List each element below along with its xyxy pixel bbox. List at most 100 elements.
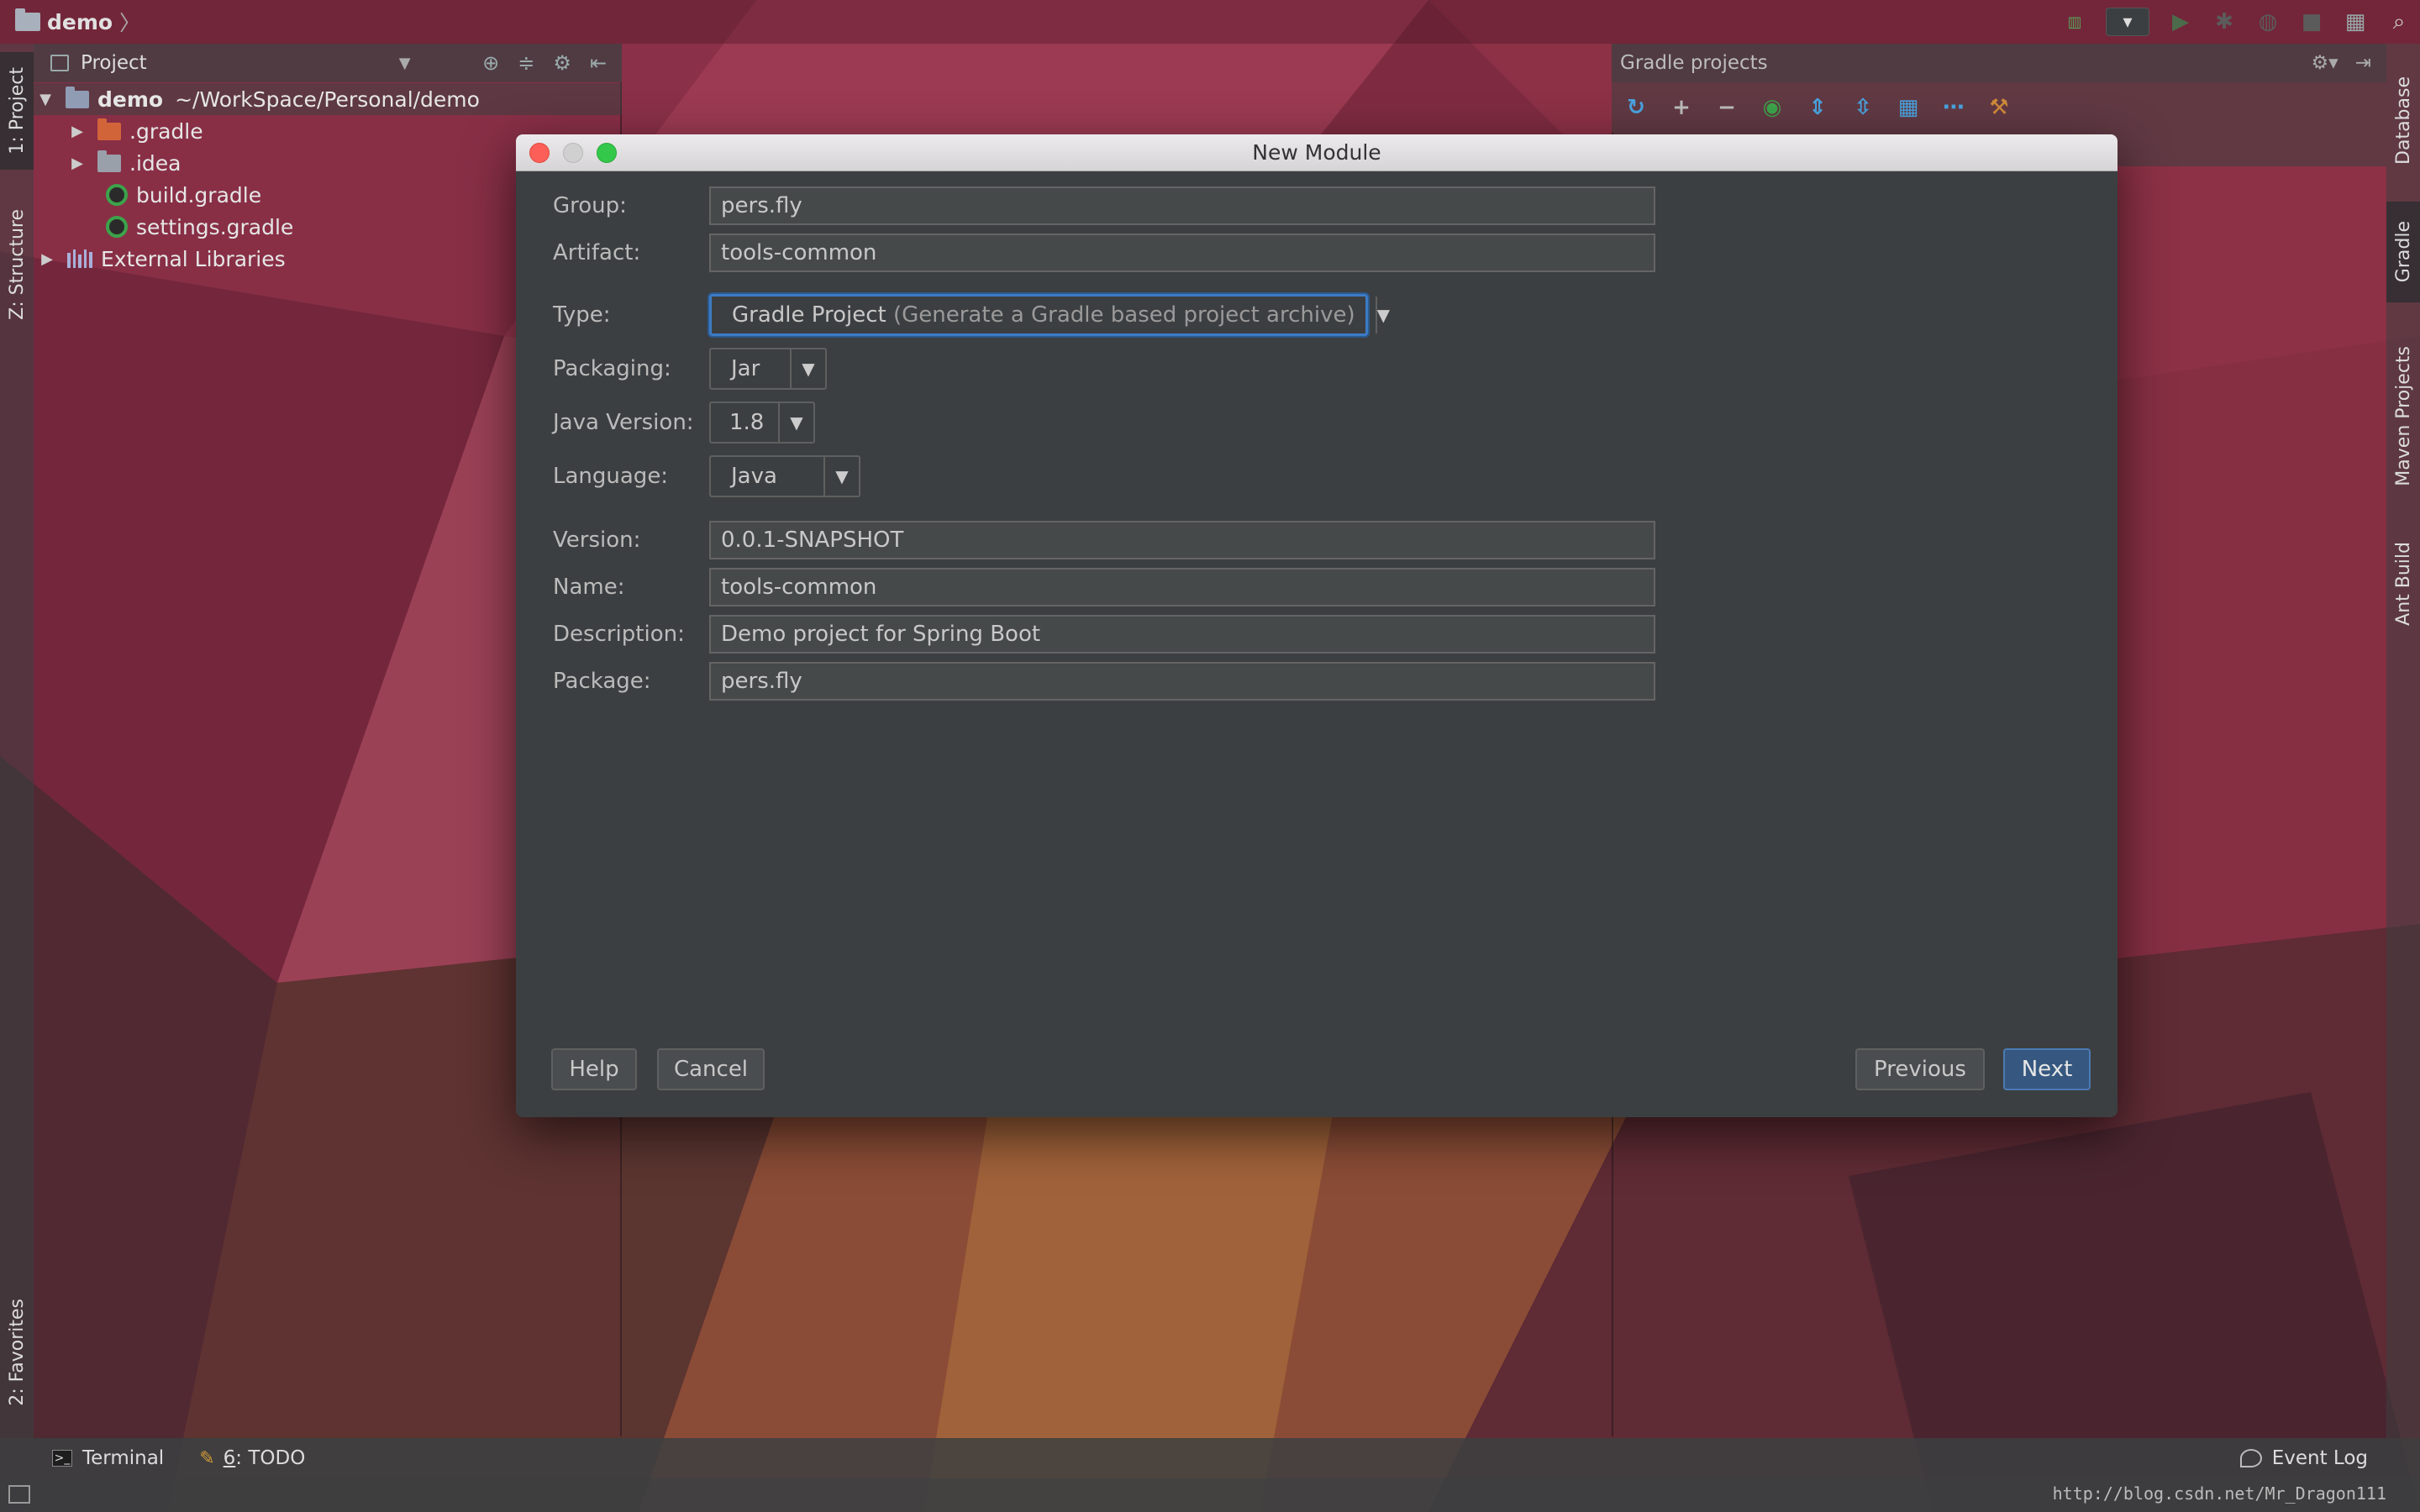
tab-favorites[interactable]: 2: Favorites (0, 1277, 34, 1428)
chevron-down-icon[interactable]: ▼ (778, 403, 813, 442)
toggle-tool-windows-icon[interactable] (8, 1485, 30, 1504)
tab-project[interactable]: 1: Project (0, 52, 34, 170)
help-button[interactable]: Help (551, 1048, 637, 1090)
close-window-icon[interactable] (529, 143, 550, 163)
terminal-tab[interactable]: >_ Terminal (52, 1447, 164, 1469)
next-button[interactable]: Next (2003, 1048, 2091, 1090)
todo-tab[interactable]: ✎ 6 : TODO (199, 1447, 305, 1469)
gear-icon[interactable]: ⚙ (553, 51, 571, 75)
tree-item-name: build.gradle (136, 182, 262, 207)
group-field[interactable]: pers.fly (709, 186, 1655, 225)
package-label: Package: (553, 669, 651, 694)
project-structure-icon[interactable]: ▦ (2343, 9, 2368, 34)
expand-triangle-icon[interactable]: ▶ (69, 155, 86, 172)
tree-item-gradle-folder[interactable]: ▶ .gradle (69, 115, 203, 147)
execute-task-icon[interactable]: ◉ (1760, 95, 1785, 120)
project-panel-title[interactable]: Project (81, 52, 147, 74)
dialog-title-bar[interactable]: New Module (516, 134, 2118, 171)
tab-structure[interactable]: Z: Structure (0, 193, 34, 336)
expand-triangle-icon[interactable]: ▶ (39, 250, 55, 268)
tree-item-name: settings.gradle (136, 214, 294, 239)
minimize-window-icon[interactable] (563, 143, 583, 163)
packaging-label: Packaging: (553, 356, 671, 381)
remove-icon[interactable]: − (1714, 95, 1739, 120)
type-select-value: Gradle Project (Generate a Gradle based … (712, 302, 1376, 328)
tab-ant-label: Ant Build (2392, 542, 2414, 626)
project-view-icon (50, 55, 69, 71)
tree-item-build-gradle[interactable]: build.gradle (106, 179, 261, 211)
tab-database[interactable]: Database (2386, 57, 2420, 183)
description-label: Description: (553, 622, 685, 647)
chevron-down-icon[interactable]: ▼ (1375, 297, 1390, 333)
tab-structure-label: Z: Structure (6, 209, 28, 320)
locate-icon[interactable]: ⊕ (482, 51, 499, 75)
name-label: Name: (553, 575, 625, 600)
gear-icon[interactable]: ⚙▾ (2312, 52, 2338, 74)
chevron-down-icon[interactable]: ▼ (399, 55, 411, 72)
packaging-value: Jar (731, 356, 760, 381)
folder-icon (97, 150, 121, 172)
build-icon[interactable]: ▥ (2062, 9, 2087, 34)
terminal-icon: >_ (52, 1450, 72, 1467)
show-dependencies-icon[interactable]: ⋯ (1941, 95, 1966, 120)
run-icon[interactable]: ▶ (2168, 9, 2193, 34)
bottom-tool-bar: >_ Terminal ✎ 6 : TODO Event Log (0, 1438, 2420, 1478)
name-field[interactable]: tools-common (709, 568, 1655, 606)
packaging-select[interactable]: Jar ▼ (709, 348, 827, 390)
gradle-file-icon (106, 184, 128, 206)
run-configuration-dropdown[interactable]: ▾ (2106, 8, 2149, 36)
java-version-select[interactable]: 1.8 ▼ (709, 402, 815, 444)
tree-item-idea-folder[interactable]: ▶ .idea (69, 147, 181, 179)
coverage-icon[interactable]: ◍ (2255, 9, 2281, 34)
library-icon (67, 249, 92, 268)
expand-triangle-icon[interactable]: ▶ (69, 123, 86, 140)
version-field[interactable]: 0.0.1-SNAPSHOT (709, 521, 1655, 559)
tree-item-settings-gradle[interactable]: settings.gradle (106, 211, 293, 243)
chevron-down-icon[interactable]: ▼ (823, 457, 859, 496)
cancel-button[interactable]: Cancel (657, 1048, 765, 1090)
refresh-icon[interactable]: ↻ (1623, 95, 1649, 120)
terminal-label: Terminal (82, 1447, 165, 1469)
event-log-tab[interactable]: Event Log (2239, 1447, 2368, 1469)
chevron-down-icon[interactable]: ▼ (790, 349, 825, 388)
breadcrumb[interactable]: demo 〉 (15, 7, 140, 37)
tree-item-demo[interactable]: ▼ demo ~/WorkSpace/Personal/demo (34, 83, 622, 115)
tab-maven-label: Maven Projects (2392, 345, 2414, 486)
previous-button[interactable]: Previous (1855, 1048, 1985, 1090)
module-folder-icon (66, 86, 89, 108)
tree-item-external-libraries[interactable]: ▶ External Libraries (39, 243, 286, 275)
tab-gradle-label: Gradle (2392, 221, 2414, 283)
todo-number: 6 (223, 1447, 236, 1469)
collapse-all-icon[interactable]: ⇳ (1850, 95, 1876, 120)
debug-icon[interactable]: ✱ (2212, 9, 2237, 34)
package-field[interactable]: pers.fly (709, 662, 1655, 701)
hide-panel-icon[interactable]: ⇥ (2355, 52, 2371, 74)
zoom-window-icon[interactable] (597, 143, 617, 163)
breadcrumb-project[interactable]: demo (47, 10, 113, 34)
tab-ant-build[interactable]: Ant Build (2386, 525, 2420, 643)
java-version-label: Java Version: (553, 410, 694, 435)
search-everywhere-icon[interactable]: ⌕ (2386, 9, 2412, 34)
expand-triangle-icon[interactable]: ▼ (37, 91, 54, 108)
collapse-all-icon[interactable]: ≑ (518, 51, 534, 75)
stop-icon[interactable]: ■ (2299, 9, 2324, 34)
tree-item-name: .idea (129, 150, 182, 176)
group-modules-icon[interactable]: ▦ (1896, 95, 1921, 120)
type-select[interactable]: Gradle Project (Generate a Gradle based … (709, 294, 1390, 336)
tab-gradle[interactable]: Gradle (2386, 202, 2420, 302)
tab-database-label: Database (2392, 76, 2414, 165)
tree-item-name: External Libraries (101, 246, 286, 271)
language-select[interactable]: Java ▼ (709, 455, 860, 497)
tab-maven-projects[interactable]: Maven Projects (2386, 332, 2420, 500)
java-version-value: 1.8 (729, 410, 765, 435)
watermark: http://blog.csdn.net/Mr_Dragon111 (2052, 1483, 2386, 1504)
artifact-field[interactable]: tools-common (709, 234, 1655, 272)
add-icon[interactable]: + (1669, 95, 1694, 120)
main-toolbar: ▥ ▾ ▶ ✱ ◍ ■ ▦ ⌕ (2062, 5, 2412, 39)
settings-wrench-icon[interactable]: ⚒ (1986, 95, 2012, 120)
type-value: Gradle Project (732, 302, 886, 328)
expand-all-icon[interactable]: ⇕ (1805, 95, 1830, 120)
description-field[interactable]: Demo project for Spring Boot (709, 615, 1655, 654)
tree-item-name: .gradle (129, 118, 203, 144)
hide-panel-icon[interactable]: ⇤ (590, 51, 607, 75)
